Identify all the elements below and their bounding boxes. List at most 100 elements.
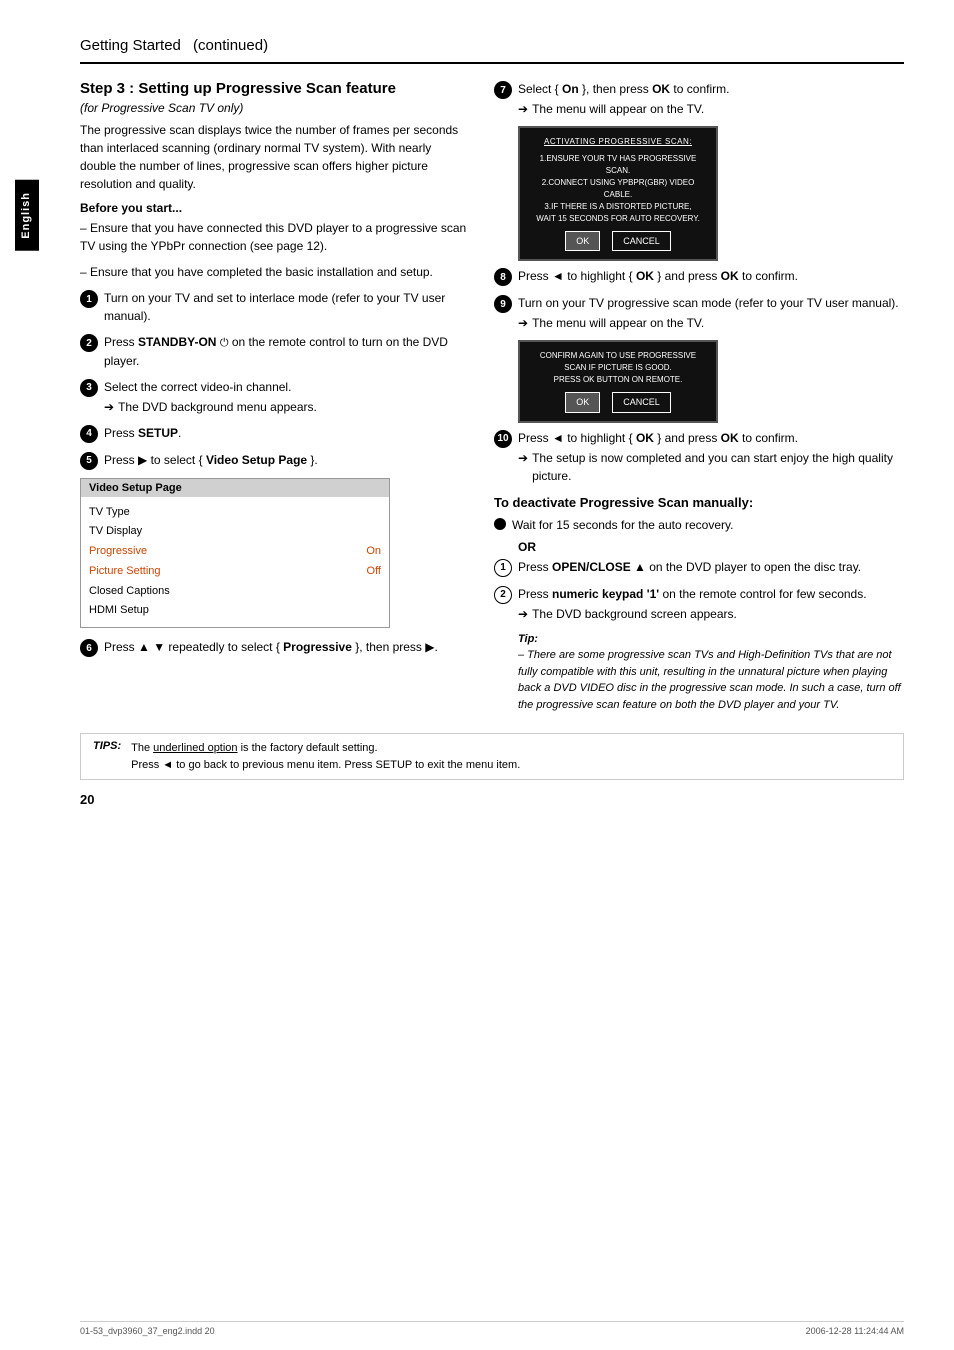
deactivate-step-num-1: 1: [494, 559, 512, 577]
deactivate-step-num-2: 2: [494, 586, 512, 604]
screen1-title-text: Activating Progressive Scan:: [544, 137, 692, 146]
section-heading-text: Step 3 : Setting up Progressive Scan fea…: [80, 80, 396, 97]
deactivate-step-2-subnote-text: The DVD background screen appears.: [532, 605, 737, 623]
page-number: 20: [80, 792, 904, 807]
main-columns: Step 3 : Setting up Progressive Scan fea…: [80, 80, 904, 713]
step-content-10: Press ◄ to highlight { OK } and press OK…: [518, 429, 904, 485]
step-num-3: 3: [80, 379, 98, 397]
setup-row-picture-label: Picture Setting: [89, 562, 161, 582]
step-right-8: 8 Press ◄ to highlight { OK } and press …: [494, 267, 904, 286]
step-left-3: 3 Select the correct video-in channel. ➔…: [80, 378, 470, 416]
deactivate-bullet1: Wait for 15 seconds for the auto recover…: [494, 516, 904, 534]
page-number-text: 20: [80, 792, 94, 807]
step-1-text: Turn on your TV and set to interlace mod…: [104, 291, 445, 323]
setup-row-tvtype-label: TV Type: [89, 503, 130, 523]
page-title-continued: (continued): [193, 37, 268, 54]
before-start-label-text: Before you start...: [80, 201, 182, 215]
screen1-cancel-btn: CANCEL: [612, 231, 671, 251]
setup-box-title-text: Video Setup Page: [89, 482, 182, 494]
sidebar-label: English: [20, 192, 32, 239]
setup-row-captions: Closed Captions: [89, 582, 381, 602]
setup-row-progressive-label: Progressive: [89, 542, 147, 562]
step-num-1: 1: [80, 290, 98, 308]
step-num-9: 9: [494, 295, 512, 313]
bullet-icon-1: [494, 518, 506, 530]
step-right-9: 9 Turn on your TV progressive scan mode …: [494, 294, 904, 332]
step-content-2: Press STANDBY-ON ⏻ on the remote control…: [104, 333, 470, 370]
step-left-2: 2 Press STANDBY-ON ⏻ on the remote contr…: [80, 333, 470, 370]
step-3-subnote-text: The DVD background menu appears.: [118, 398, 317, 416]
step-left-1: 1 Turn on your TV and set to interlace m…: [80, 289, 470, 325]
deactivate-tip: Tip: – There are some progressive scan T…: [518, 631, 904, 714]
setup-row-tvtype: TV Type: [89, 503, 381, 523]
section-intro-text: The progressive scan displays twice the …: [80, 123, 458, 191]
setup-row-tvdisplay: TV Display: [89, 522, 381, 542]
setup-row-progressive: Progressive On: [89, 542, 381, 562]
screen1-ok-btn: OK: [565, 231, 600, 251]
step-right-10: 10 Press ◄ to highlight { OK } and press…: [494, 429, 904, 485]
screen2-cancel-btn: CANCEL: [612, 392, 671, 412]
step-content-7: Select { On }, then press OK to confirm.…: [518, 80, 904, 118]
arrow-icon-10: ➔: [518, 449, 528, 467]
screen1-title: Activating Progressive Scan:: [528, 136, 708, 149]
deactivate-step-content-2: Press numeric keypad '1' on the remote c…: [518, 585, 904, 623]
section-heading: Step 3 : Setting up Progressive Scan fea…: [80, 80, 470, 97]
arrow-icon-7: ➔: [518, 100, 528, 118]
video-setup-box: Video Setup Page TV Type TV Display Prog…: [80, 478, 390, 629]
footer-date-text: 2006-12-28 11:24:44 AM: [806, 1326, 904, 1336]
arrow-icon-d2: ➔: [518, 605, 528, 623]
before-start-label: Before you start...: [80, 201, 470, 215]
setup-row-picture-val: Off: [367, 562, 381, 582]
screen1-lines: 1.ENSURE YOUR TV HAS PROGRESSIVE SCAN. 2…: [528, 153, 708, 225]
screen2-buttons: OK CANCEL: [528, 392, 708, 412]
right-column: 7 Select { On }, then press OK to confir…: [494, 80, 904, 713]
screen-box-1: Activating Progressive Scan: 1.ENSURE YO…: [518, 126, 718, 261]
deactivate-wait-text: Wait for 15 seconds for the auto recover…: [512, 516, 904, 534]
section-subheading: (for Progressive Scan TV only): [80, 101, 470, 115]
step-num-8: 8: [494, 268, 512, 286]
before-start-line1-text: – Ensure that you have connected this DV…: [80, 221, 466, 253]
footer-info: 01-53_dvp3960_37_eng2.indd 20 2006-12-28…: [80, 1321, 904, 1336]
deactivate-heading-text: To deactivate Progressive Scan manually:: [494, 495, 753, 510]
tips-bar: TIPS: The underlined option is the facto…: [80, 733, 904, 780]
step-content-9: Turn on your TV progressive scan mode (r…: [518, 294, 904, 332]
page-outer: English Getting Started (continued) Step…: [0, 0, 954, 1350]
setup-row-progressive-val: On: [366, 542, 381, 562]
tips-bar-content: The underlined option is the factory def…: [131, 740, 520, 773]
deactivate-step-2: 2 Press numeric keypad '1' on the remote…: [494, 585, 904, 623]
screen-box-2: CONFIRM AGAIN TO USE PROGRESSIVE SCAN IF…: [518, 340, 718, 422]
setup-row-hdmi-label: HDMI Setup: [89, 601, 149, 621]
step-7-subnote-text: The menu will appear on the TV.: [532, 100, 704, 118]
deactivate-heading: To deactivate Progressive Scan manually:: [494, 495, 904, 510]
before-start-line2-text: – Ensure that you have completed the bas…: [80, 265, 433, 279]
section-subheading-text: (for Progressive Scan TV only): [80, 101, 243, 115]
setup-box-title: Video Setup Page: [81, 479, 389, 497]
or-divider: OR: [518, 540, 904, 554]
step-num-2: 2: [80, 334, 98, 352]
deactivate-step-2-subnote: ➔ The DVD background screen appears.: [518, 605, 904, 623]
setup-row-captions-label: Closed Captions: [89, 582, 170, 602]
step-num-6: 6: [80, 639, 98, 657]
setup-box-body: TV Type TV Display Progressive On Picture…: [81, 497, 389, 628]
section-intro: The progressive scan displays twice the …: [80, 121, 470, 193]
screen2-lines: CONFIRM AGAIN TO USE PROGRESSIVE SCAN IF…: [528, 350, 708, 386]
page-title-text: Getting Started: [80, 37, 181, 54]
step-left-4: 4 Press SETUP.: [80, 424, 470, 443]
step-content-1: Turn on your TV and set to interlace mod…: [104, 289, 470, 325]
screen2-ok-btn: OK: [565, 392, 600, 412]
page-title: Getting Started (continued): [80, 30, 904, 64]
step-num-5: 5: [80, 452, 98, 470]
setup-row-picture: Picture Setting Off: [89, 562, 381, 582]
step-7-subnote: ➔ The menu will appear on the TV.: [518, 100, 904, 118]
before-start-line1: – Ensure that you have connected this DV…: [80, 219, 470, 255]
step-3-text: Select the correct video-in channel.: [104, 380, 291, 394]
step-content-4: Press SETUP.: [104, 424, 470, 442]
step-9-subnote: ➔ The menu will appear on the TV.: [518, 314, 904, 332]
step-content-5: Press ▶ to select { Video Setup Page }.: [104, 451, 470, 469]
step-3-subnote: ➔ The DVD background menu appears.: [104, 398, 470, 416]
tips-bar-line2: Press ◄ to go back to previous menu item…: [131, 759, 520, 771]
step-content-8: Press ◄ to highlight { OK } and press OK…: [518, 267, 904, 285]
left-column: Step 3 : Setting up Progressive Scan fea…: [80, 80, 470, 665]
step-9-subnote-text: The menu will appear on the TV.: [532, 314, 704, 332]
deactivate-step-1: 1 Press OPEN/CLOSE ▲ on the DVD player t…: [494, 558, 904, 577]
